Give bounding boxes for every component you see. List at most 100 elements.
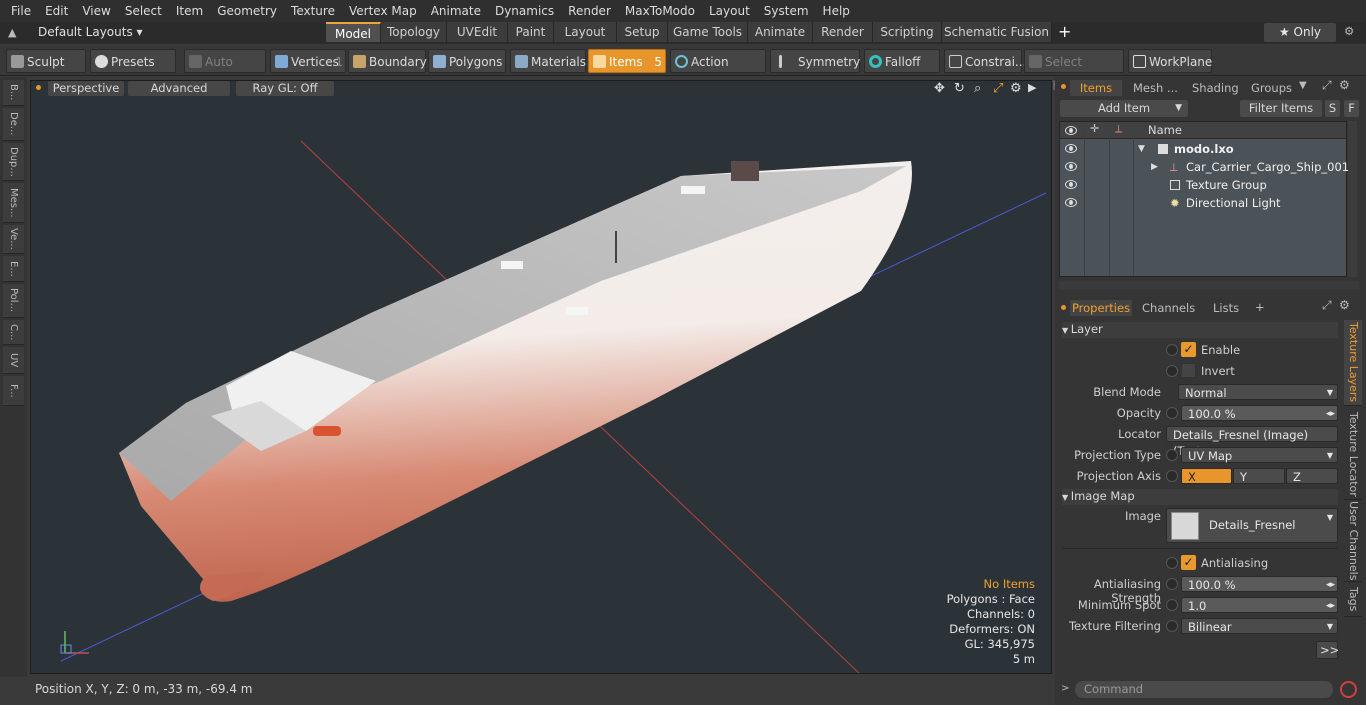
filter-items-input[interactable]: Filter Items [1240, 100, 1322, 117]
side-tab-texture-layers[interactable]: Texture Layers [1344, 320, 1362, 406]
side-tab-texture-locator[interactable]: Texture Locator [1344, 410, 1362, 500]
items-maximize-icon[interactable]: ⤢ [1322, 78, 1332, 93]
tab-lists[interactable]: Lists [1213, 300, 1239, 316]
tab-setup[interactable]: Setup [617, 22, 668, 42]
enable-channel-dot[interactable] [1166, 344, 1178, 356]
left-tab-0[interactable]: B... [3, 80, 24, 106]
proj-axis-channel-dot[interactable] [1166, 470, 1178, 482]
tab-model[interactable]: Model [326, 22, 381, 42]
axis-z-button[interactable]: Z [1286, 468, 1338, 484]
menu-item-texture[interactable]: Texture [284, 0, 342, 22]
antialiasing-checkbox[interactable]: ✓ [1181, 555, 1196, 570]
menu-item-file[interactable]: File [4, 0, 38, 22]
tab-scripting[interactable]: Scripting [873, 22, 942, 42]
tab-game-tools[interactable]: Game Tools [668, 22, 748, 42]
symmetry-button[interactable]: Symmetry [770, 49, 860, 73]
add-layout-tab-button[interactable]: + [1058, 22, 1071, 42]
view-settings-icon[interactable]: ⚙ [1010, 81, 1022, 96]
boundary-button[interactable]: Boundary [348, 49, 427, 73]
item-list[interactable]: ✛ ⟂ Name ▼ modo.lxo ▶ ⟂ Car_Carrier_Carg… [1059, 121, 1349, 277]
side-tab-user-channels[interactable]: User Channels [1344, 500, 1362, 582]
axis-y-button[interactable]: Y [1233, 468, 1285, 484]
raygl-toggle[interactable]: Ray GL: Off [236, 81, 334, 96]
command-input[interactable]: Command [1075, 681, 1333, 698]
projection-type-dropdown[interactable]: UV Map ▼ [1181, 447, 1338, 463]
aa-strength-channel-dot[interactable] [1166, 578, 1178, 590]
opacity-channel-dot[interactable] [1166, 407, 1178, 419]
tab-channels[interactable]: Channels [1142, 300, 1195, 316]
expand-arrow-icon[interactable]: ▶ [1151, 158, 1158, 176]
texture-filtering-dropdown[interactable]: Bilinear ▼ [1181, 618, 1338, 634]
tab-paint[interactable]: Paint [508, 22, 554, 42]
presets-button[interactable]: Presets [90, 49, 176, 73]
visibility-eye-icon[interactable] [1065, 162, 1077, 171]
add-props-tab-button[interactable]: + [1255, 299, 1265, 315]
tab-uvedit[interactable]: UVEdit [447, 22, 508, 42]
vertices-button[interactable]: Vertices 1 [270, 49, 346, 73]
polygons-button[interactable]: Polygons [428, 49, 506, 73]
s-button[interactable]: S [1325, 100, 1340, 117]
left-tab-1[interactable]: De... [3, 108, 24, 141]
invert-channel-dot[interactable] [1166, 365, 1178, 377]
action-center-button[interactable]: Action Center [670, 49, 766, 93]
menu-item-vertex-map[interactable]: Vertex Map [342, 0, 424, 22]
axis-x-button[interactable]: X [1181, 468, 1232, 484]
workplane-button[interactable]: WorkPlane [1128, 49, 1212, 73]
viewport-menu-dot[interactable] [36, 85, 41, 90]
left-tab-5[interactable]: E... [3, 256, 24, 282]
layer-section[interactable]: ▼ Layer [1062, 322, 1338, 338]
tab-items[interactable]: Items [1070, 80, 1122, 96]
tab-layout[interactable]: Layout [554, 22, 617, 42]
image-dropdown[interactable]: Details_Fresnel ▼ [1166, 508, 1338, 543]
advanced-dropdown[interactable]: Advanced [128, 81, 230, 96]
slider-arrows-icon[interactable]: ◂▸ [1326, 406, 1335, 422]
move-view-icon[interactable]: ✥ [934, 81, 945, 96]
select-through-button[interactable]: Select Through [1024, 49, 1124, 93]
layout-menu-icon[interactable]: ⚙ [1344, 24, 1354, 38]
menu-item-system[interactable]: System [757, 0, 816, 22]
visibility-eye-icon[interactable] [1065, 144, 1077, 153]
left-tab-9[interactable]: F... [3, 376, 24, 406]
blend-mode-dropdown[interactable]: Normal ▼ [1178, 384, 1338, 400]
auto-select-button[interactable]: Auto Select [184, 49, 266, 93]
materials-button[interactable]: Materials [510, 49, 586, 73]
view-more-icon[interactable]: ▶ [1028, 81, 1036, 94]
menu-item-select[interactable]: Select [118, 0, 169, 22]
menu-item-item[interactable]: Item [169, 0, 210, 22]
default-layouts-dropdown[interactable]: Default Layouts ▾ [38, 25, 143, 39]
maximize-view-icon[interactable]: ⤢ [993, 81, 1003, 96]
3d-viewport[interactable]: No Items Polygons : Face Channels: 0 Def… [30, 80, 1052, 674]
locator-dropdown[interactable]: Details_Fresnel (Image) (Text...▼ [1166, 426, 1338, 458]
item-row-texture-group[interactable]: Texture Group [1060, 176, 1346, 194]
command-run-button[interactable] [1340, 681, 1357, 698]
more-button[interactable]: >> [1316, 641, 1339, 659]
invert-checkbox[interactable] [1181, 363, 1196, 378]
menu-item-edit[interactable]: Edit [38, 0, 75, 22]
menu-item-view[interactable]: View [75, 0, 117, 22]
items-button[interactable]: Items 5 [588, 49, 666, 73]
item-row-scene[interactable]: ▼ modo.lxo [1060, 140, 1346, 158]
zoom-view-icon[interactable]: ⌕ [974, 81, 981, 96]
props-maximize-icon[interactable]: ⤢ [1322, 298, 1332, 313]
menu-item-animate[interactable]: Animate [424, 0, 488, 22]
item-row-light[interactable]: ✹ Directional Light [1060, 194, 1346, 212]
items-tabs-more-icon[interactable]: ▼ [1299, 80, 1307, 91]
layouts-icon[interactable]: ▲ [8, 26, 16, 39]
menu-item-layout[interactable]: Layout [702, 0, 757, 22]
sculpt-button[interactable]: Sculpt [6, 49, 86, 73]
item-row-mesh[interactable]: ▶ ⟂ Car_Carrier_Cargo_Ship_001 [1060, 158, 1349, 176]
min-spot-channel-dot[interactable] [1166, 599, 1178, 611]
panel-splitter[interactable] [1059, 281, 1359, 289]
props-settings-icon[interactable]: ⚙ [1339, 298, 1350, 312]
tab-shading[interactable]: Shading [1192, 80, 1239, 96]
left-tab-7[interactable]: C... [3, 320, 24, 345]
props-panel-dot[interactable] [1061, 305, 1066, 310]
expand-arrow-icon[interactable]: ▼ [1138, 140, 1145, 158]
left-tab-3[interactable]: Mes... [3, 183, 24, 223]
only-button[interactable]: ★ Only [1264, 23, 1336, 42]
slider-arrows-icon[interactable]: ◂▸ [1326, 598, 1335, 614]
tab-render[interactable]: Render [813, 22, 873, 42]
slider-arrows-icon[interactable]: ◂▸ [1326, 577, 1335, 593]
menu-item-help[interactable]: Help [816, 0, 857, 22]
left-tab-2[interactable]: Dup... [3, 143, 24, 181]
